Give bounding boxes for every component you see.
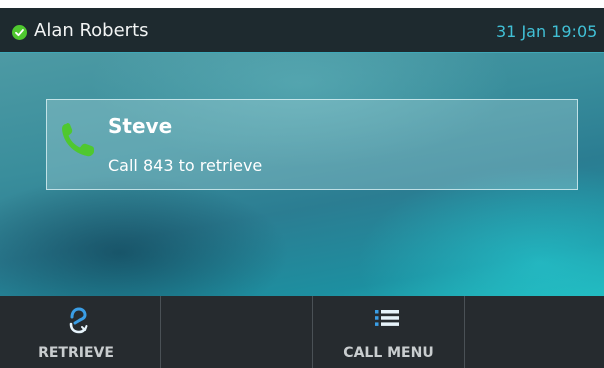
- date-time: 31 Jan 19:05: [496, 22, 598, 41]
- softkey-4[interactable]: [464, 296, 604, 368]
- status-bar: Alan Roberts 31 Jan 19:05: [0, 8, 604, 53]
- retrieve-instructions: Call 843 to retrieve: [108, 156, 263, 175]
- retrieve-softkey[interactable]: RETRIEVE: [0, 296, 152, 368]
- call-menu-label: CALL MENU: [343, 345, 434, 361]
- retrieve-label: RETRIEVE: [38, 345, 114, 361]
- caller-name: Steve: [108, 114, 173, 138]
- softkey-bar: RETRIEVE CALL MENU: [0, 296, 604, 368]
- available-check-icon: [12, 25, 27, 40]
- phone-screen: Alan Roberts 31 Jan 19:05 Steve Call 843…: [0, 0, 604, 368]
- softkey-2[interactable]: [160, 296, 312, 368]
- list-menu-icon: [375, 310, 399, 330]
- line-user-name: Alan Roberts: [34, 20, 149, 41]
- parked-call-card[interactable]: Steve Call 843 to retrieve: [46, 99, 578, 190]
- call-menu-softkey[interactable]: CALL MENU: [312, 296, 464, 368]
- handset-icon: [59, 118, 99, 164]
- retrieve-icon: [68, 306, 88, 338]
